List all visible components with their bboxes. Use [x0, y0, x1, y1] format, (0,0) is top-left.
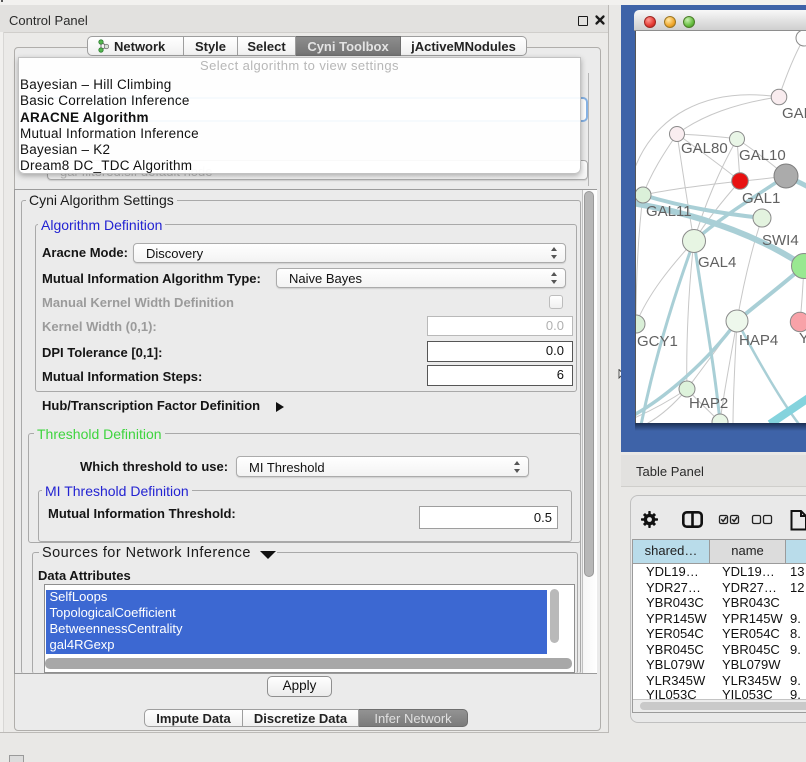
svg-text:GAL10: GAL10: [739, 147, 786, 164]
svg-text:GAL80: GAL80: [681, 140, 728, 157]
svg-text:HAP2: HAP2: [689, 395, 728, 412]
svg-text:GAL4: GAL4: [698, 254, 736, 271]
svg-text:SWI4: SWI4: [762, 232, 799, 249]
svg-text:HAP4: HAP4: [739, 332, 778, 349]
svg-text:GAL1: GAL1: [742, 190, 780, 207]
svg-text:YM: YM: [799, 330, 806, 347]
svg-text:GCY1: GCY1: [637, 333, 678, 350]
svg-text:GAL2: GAL2: [782, 105, 806, 122]
svg-text:GAL11: GAL11: [646, 203, 692, 220]
